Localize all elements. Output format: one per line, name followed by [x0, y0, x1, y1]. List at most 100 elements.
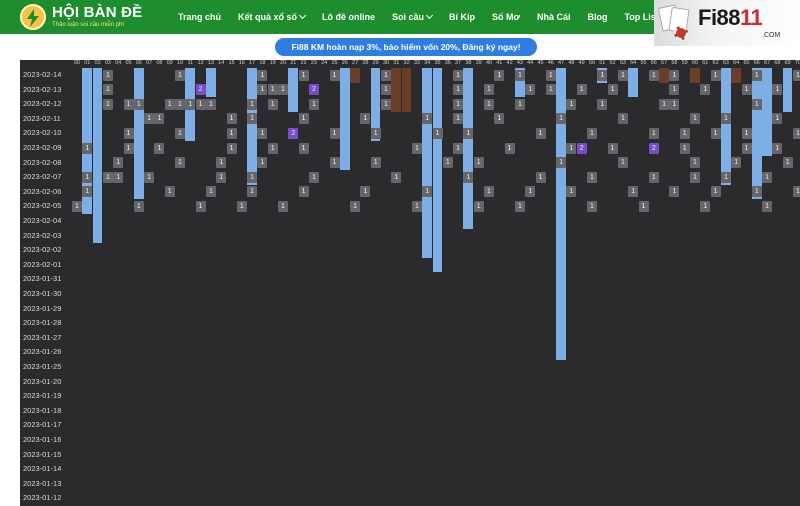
count-cell[interactable]: 1: [144, 113, 155, 125]
nav-item-1[interactable]: Kết quả xổ số: [238, 11, 307, 22]
count-cell[interactable]: 2: [288, 127, 299, 139]
site-logo[interactable]: HỘI BÀN ĐỀ Thảo luận soi cầu miễn phí: [20, 3, 160, 31]
count-cell[interactable]: 1: [576, 84, 587, 96]
count-cell[interactable]: 1: [391, 171, 402, 183]
count-cell[interactable]: 1: [257, 157, 268, 169]
nav-item-7[interactable]: Blog: [587, 12, 607, 22]
count-cell[interactable]: 1: [267, 98, 278, 110]
count-cell[interactable]: 1: [195, 200, 206, 212]
count-cell[interactable]: 1: [669, 186, 680, 198]
count-cell[interactable]: 1: [154, 142, 165, 154]
count-cell[interactable]: 1: [793, 127, 800, 139]
count-cell[interactable]: 1: [442, 157, 453, 169]
count-cell[interactable]: 1: [751, 186, 762, 198]
nav-item-5[interactable]: Số Mơ: [492, 12, 520, 22]
count-cell[interactable]: 1: [710, 186, 721, 198]
count-cell[interactable]: 1: [484, 98, 494, 110]
count-cell[interactable]: 2: [308, 84, 319, 96]
count-cell[interactable]: 1: [175, 69, 185, 81]
count-cell[interactable]: 1: [679, 142, 690, 154]
count-cell[interactable]: 1: [453, 98, 464, 110]
count-cell[interactable]: 1: [175, 98, 185, 110]
count-cell[interactable]: 1: [329, 157, 340, 169]
count-cell[interactable]: 1: [102, 171, 113, 183]
count-cell[interactable]: 1: [484, 84, 494, 96]
count-cell[interactable]: 1: [133, 98, 144, 110]
count-cell[interactable]: 1: [535, 127, 546, 139]
count-cell[interactable]: 1: [566, 98, 577, 110]
count-cell[interactable]: 1: [587, 171, 597, 183]
count-cell[interactable]: 1: [360, 186, 371, 198]
count-cell[interactable]: 1: [82, 171, 93, 183]
count-cell[interactable]: 1: [514, 69, 525, 81]
count-cell[interactable]: 1: [545, 84, 556, 96]
count-cell[interactable]: 1: [607, 142, 618, 154]
count-cell[interactable]: 1: [679, 127, 690, 139]
nav-item-4[interactable]: Bí Kíp: [449, 12, 475, 22]
count-cell[interactable]: 1: [381, 69, 391, 81]
count-cell[interactable]: 1: [669, 98, 680, 110]
count-cell[interactable]: 1: [484, 186, 494, 198]
count-cell[interactable]: 1: [164, 98, 175, 110]
count-cell[interactable]: 1: [504, 142, 515, 154]
count-cell[interactable]: 1: [690, 113, 700, 125]
count-cell[interactable]: 1: [113, 171, 124, 183]
count-cell[interactable]: 1: [597, 98, 608, 110]
count-cell[interactable]: 1: [422, 113, 433, 125]
count-cell[interactable]: 1: [257, 127, 268, 139]
count-cell[interactable]: 1: [494, 113, 505, 125]
count-cell[interactable]: 1: [793, 186, 800, 198]
count-cell[interactable]: 1: [381, 84, 391, 96]
count-cell[interactable]: 1: [298, 113, 309, 125]
count-cell[interactable]: 1: [731, 157, 742, 169]
count-cell[interactable]: 1: [267, 142, 278, 154]
count-cell[interactable]: 1: [226, 142, 237, 154]
count-cell[interactable]: 1: [700, 200, 711, 212]
count-cell[interactable]: 1: [411, 142, 422, 154]
count-cell[interactable]: 1: [751, 69, 762, 81]
count-cell[interactable]: 1: [494, 69, 505, 81]
count-cell[interactable]: 1: [123, 127, 134, 139]
count-cell[interactable]: 1: [772, 113, 783, 125]
count-cell[interactable]: 1: [690, 171, 700, 183]
count-cell[interactable]: 1: [525, 186, 536, 198]
count-cell[interactable]: 1: [659, 98, 670, 110]
count-cell[interactable]: 1: [545, 69, 556, 81]
count-cell[interactable]: 1: [247, 98, 258, 110]
count-cell[interactable]: 1: [587, 127, 597, 139]
count-cell[interactable]: 1: [370, 127, 381, 139]
count-cell[interactable]: 2: [648, 142, 659, 154]
count-cell[interactable]: 2: [576, 142, 587, 154]
count-cell[interactable]: 1: [782, 157, 793, 169]
count-cell[interactable]: 1: [690, 157, 700, 169]
count-cell[interactable]: 1: [329, 69, 340, 81]
count-cell[interactable]: 1: [617, 157, 628, 169]
count-cell[interactable]: 1: [102, 69, 113, 81]
count-cell[interactable]: 1: [762, 171, 773, 183]
count-cell[interactable]: 1: [473, 157, 484, 169]
count-cell[interactable]: 1: [597, 69, 608, 81]
count-cell[interactable]: 1: [257, 84, 268, 96]
count-cell[interactable]: 1: [133, 200, 144, 212]
count-cell[interactable]: 1: [741, 142, 752, 154]
count-cell[interactable]: 1: [298, 69, 309, 81]
count-cell[interactable]: 1: [329, 127, 340, 139]
count-cell[interactable]: 1: [278, 200, 288, 212]
count-cell[interactable]: 1: [82, 186, 93, 198]
count-cell[interactable]: 1: [422, 186, 433, 198]
count-cell[interactable]: 1: [350, 200, 361, 212]
count-cell[interactable]: 1: [514, 98, 525, 110]
count-cell[interactable]: 1: [648, 69, 659, 81]
nav-item-2[interactable]: Lô đề online: [322, 12, 375, 22]
count-cell[interactable]: 1: [381, 98, 391, 110]
count-cell[interactable]: 1: [247, 171, 258, 183]
count-cell[interactable]: 1: [175, 127, 185, 139]
fi88-ad-banner[interactable]: Fi8811 .COM: [654, 0, 800, 46]
count-cell[interactable]: 1: [144, 171, 155, 183]
count-cell[interactable]: 1: [360, 113, 371, 125]
count-cell[interactable]: 1: [648, 127, 659, 139]
count-cell[interactable]: 1: [123, 142, 134, 154]
count-cell[interactable]: 1: [308, 98, 319, 110]
count-cell[interactable]: 1: [411, 200, 422, 212]
count-cell[interactable]: 1: [741, 127, 752, 139]
